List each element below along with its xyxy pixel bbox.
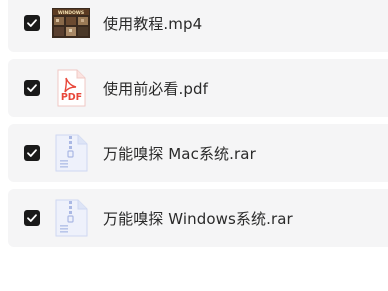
- video-thumbnail-icon: WINDOWS: [52, 8, 90, 38]
- pdf-label: PDF: [61, 92, 82, 103]
- file-name[interactable]: 使用前必看.pdf: [103, 78, 208, 99]
- check-icon: [27, 84, 37, 92]
- file-name[interactable]: 万能嗅探 Windows系统.rar: [103, 208, 293, 229]
- check-icon: [27, 149, 37, 157]
- archive-file-icon: [55, 134, 88, 172]
- file-list: WINDOWS 使用教程.mp4 PDF 使用前必看.pdf 万能嗅探 Mac系…: [0, 0, 388, 291]
- checkbox-checked[interactable]: [24, 145, 40, 161]
- file-name[interactable]: 万能嗅探 Mac系统.rar: [103, 143, 256, 164]
- file-row-video[interactable]: WINDOWS 使用教程.mp4: [8, 0, 388, 52]
- thumbnail-text: WINDOWS: [58, 10, 84, 16]
- file-row-archive-mac[interactable]: 万能嗅探 Mac系统.rar: [8, 124, 388, 182]
- checkbox-checked[interactable]: [24, 210, 40, 226]
- pdf-file-icon: PDF: [57, 69, 86, 107]
- file-name[interactable]: 使用教程.mp4: [103, 13, 202, 34]
- file-row-archive-windows[interactable]: 万能嗅探 Windows系统.rar: [8, 189, 388, 247]
- file-row-pdf[interactable]: PDF 使用前必看.pdf: [8, 59, 388, 117]
- archive-file-icon: [55, 199, 88, 237]
- check-icon: [27, 214, 37, 222]
- check-icon: [27, 19, 37, 27]
- checkbox-checked[interactable]: [24, 15, 40, 31]
- checkbox-checked[interactable]: [24, 80, 40, 96]
